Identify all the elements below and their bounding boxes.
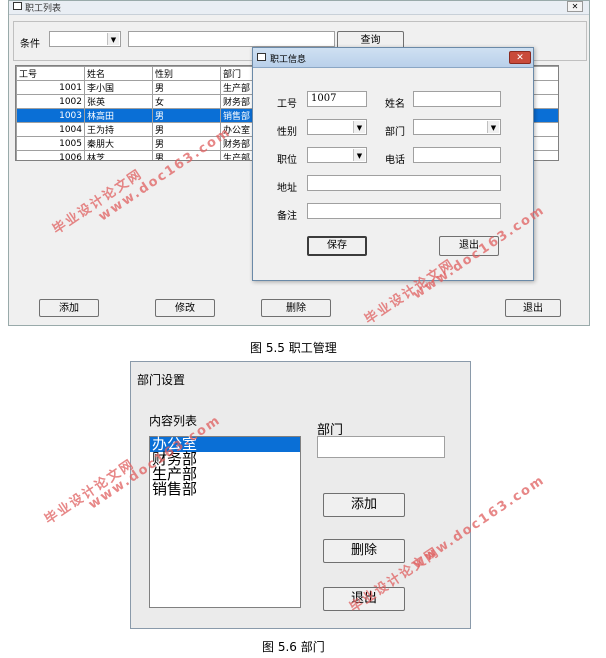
note-label: 备注 — [277, 211, 297, 222]
department-settings-window: 部门设置 内容列表 办公室 财务部 生产部 销售部 部门 添加 删除 退出 — [130, 361, 471, 629]
note-field[interactable] — [307, 203, 501, 219]
table-cell: 1006 — [16, 150, 85, 160]
address-label: 地址 — [277, 183, 297, 194]
table-cell: 秦朋大 — [84, 136, 153, 151]
table-cell: 1005 — [16, 136, 85, 151]
chevron-down-icon[interactable]: ▼ — [353, 121, 365, 133]
table-cell: 1001 — [16, 80, 85, 95]
id-field[interactable]: 1007 — [307, 91, 367, 107]
dept-name-field[interactable] — [317, 436, 445, 458]
dialog-window-icon — [257, 53, 266, 61]
name-field[interactable] — [413, 91, 501, 107]
table-cell: 男 — [152, 80, 221, 95]
title-bar: 职工列表 ✕ — [9, 1, 589, 15]
phone-field[interactable] — [413, 147, 501, 163]
gender-combo[interactable]: ▼ — [307, 119, 367, 135]
department-listbox[interactable]: 办公室 财务部 生产部 销售部 — [149, 436, 301, 608]
position-label: 职位 — [277, 155, 297, 166]
table-cell: 王为持 — [84, 122, 153, 137]
close-icon[interactable]: ✕ — [567, 1, 583, 12]
content-list-label: 内容列表 — [149, 414, 198, 428]
chevron-down-icon[interactable]: ▼ — [487, 121, 499, 133]
edit-button[interactable]: 修改 — [155, 299, 215, 317]
column-header-id[interactable]: 工号 — [16, 66, 85, 81]
dept-delete-button[interactable]: 删除 — [323, 539, 405, 563]
list-item[interactable]: 销售部 — [150, 482, 300, 497]
table-cell: 1002 — [16, 94, 85, 109]
delete-button[interactable]: 删除 — [261, 299, 331, 317]
table-cell: 女 — [152, 94, 221, 109]
filter-label: 条件 — [20, 39, 40, 50]
dept-label: 部门 — [385, 127, 405, 138]
dialog-title-bar: 职工信息 ✕ — [253, 48, 533, 68]
name-label: 姓名 — [385, 99, 405, 110]
figure-5-6-caption: 图 5.6 部门 — [262, 640, 325, 654]
table-cell: 林芝 — [84, 150, 153, 160]
add-button[interactable]: 添加 — [39, 299, 99, 317]
table-cell: 张英 — [84, 94, 153, 109]
table-cell: 林高田 — [84, 108, 153, 123]
position-combo[interactable]: ▼ — [307, 147, 367, 163]
filter-field-combo[interactable]: ▼ — [49, 31, 121, 47]
dept-window-title: 部门设置 — [137, 373, 186, 387]
chevron-down-icon[interactable]: ▼ — [353, 149, 365, 161]
window-title: 职工列表 — [25, 4, 62, 14]
dept-add-button[interactable]: 添加 — [323, 493, 405, 517]
chevron-down-icon[interactable]: ▼ — [107, 33, 119, 45]
column-header-gender[interactable]: 性别 — [152, 66, 221, 81]
window-icon — [13, 2, 22, 10]
dept-combo[interactable]: ▼ — [413, 119, 501, 135]
table-cell: 男 — [152, 108, 221, 123]
dialog-close-button[interactable]: ✕ — [509, 51, 531, 64]
figure-5-5-caption: 图 5.5 职工管理 — [250, 341, 337, 355]
table-cell: 李小国 — [84, 80, 153, 95]
filter-search-input[interactable] — [128, 31, 335, 47]
exit-button[interactable]: 退出 — [505, 299, 561, 317]
id-label: 工号 — [277, 99, 297, 110]
address-field[interactable] — [307, 175, 501, 191]
table-cell: 1003 — [16, 108, 85, 123]
gender-label: 性别 — [277, 127, 297, 138]
table-cell: 1004 — [16, 122, 85, 137]
dialog-title: 职工信息 — [270, 55, 307, 65]
save-button[interactable]: 保存 — [307, 236, 367, 256]
phone-label: 电话 — [385, 155, 405, 166]
column-header-name[interactable]: 姓名 — [84, 66, 153, 81]
